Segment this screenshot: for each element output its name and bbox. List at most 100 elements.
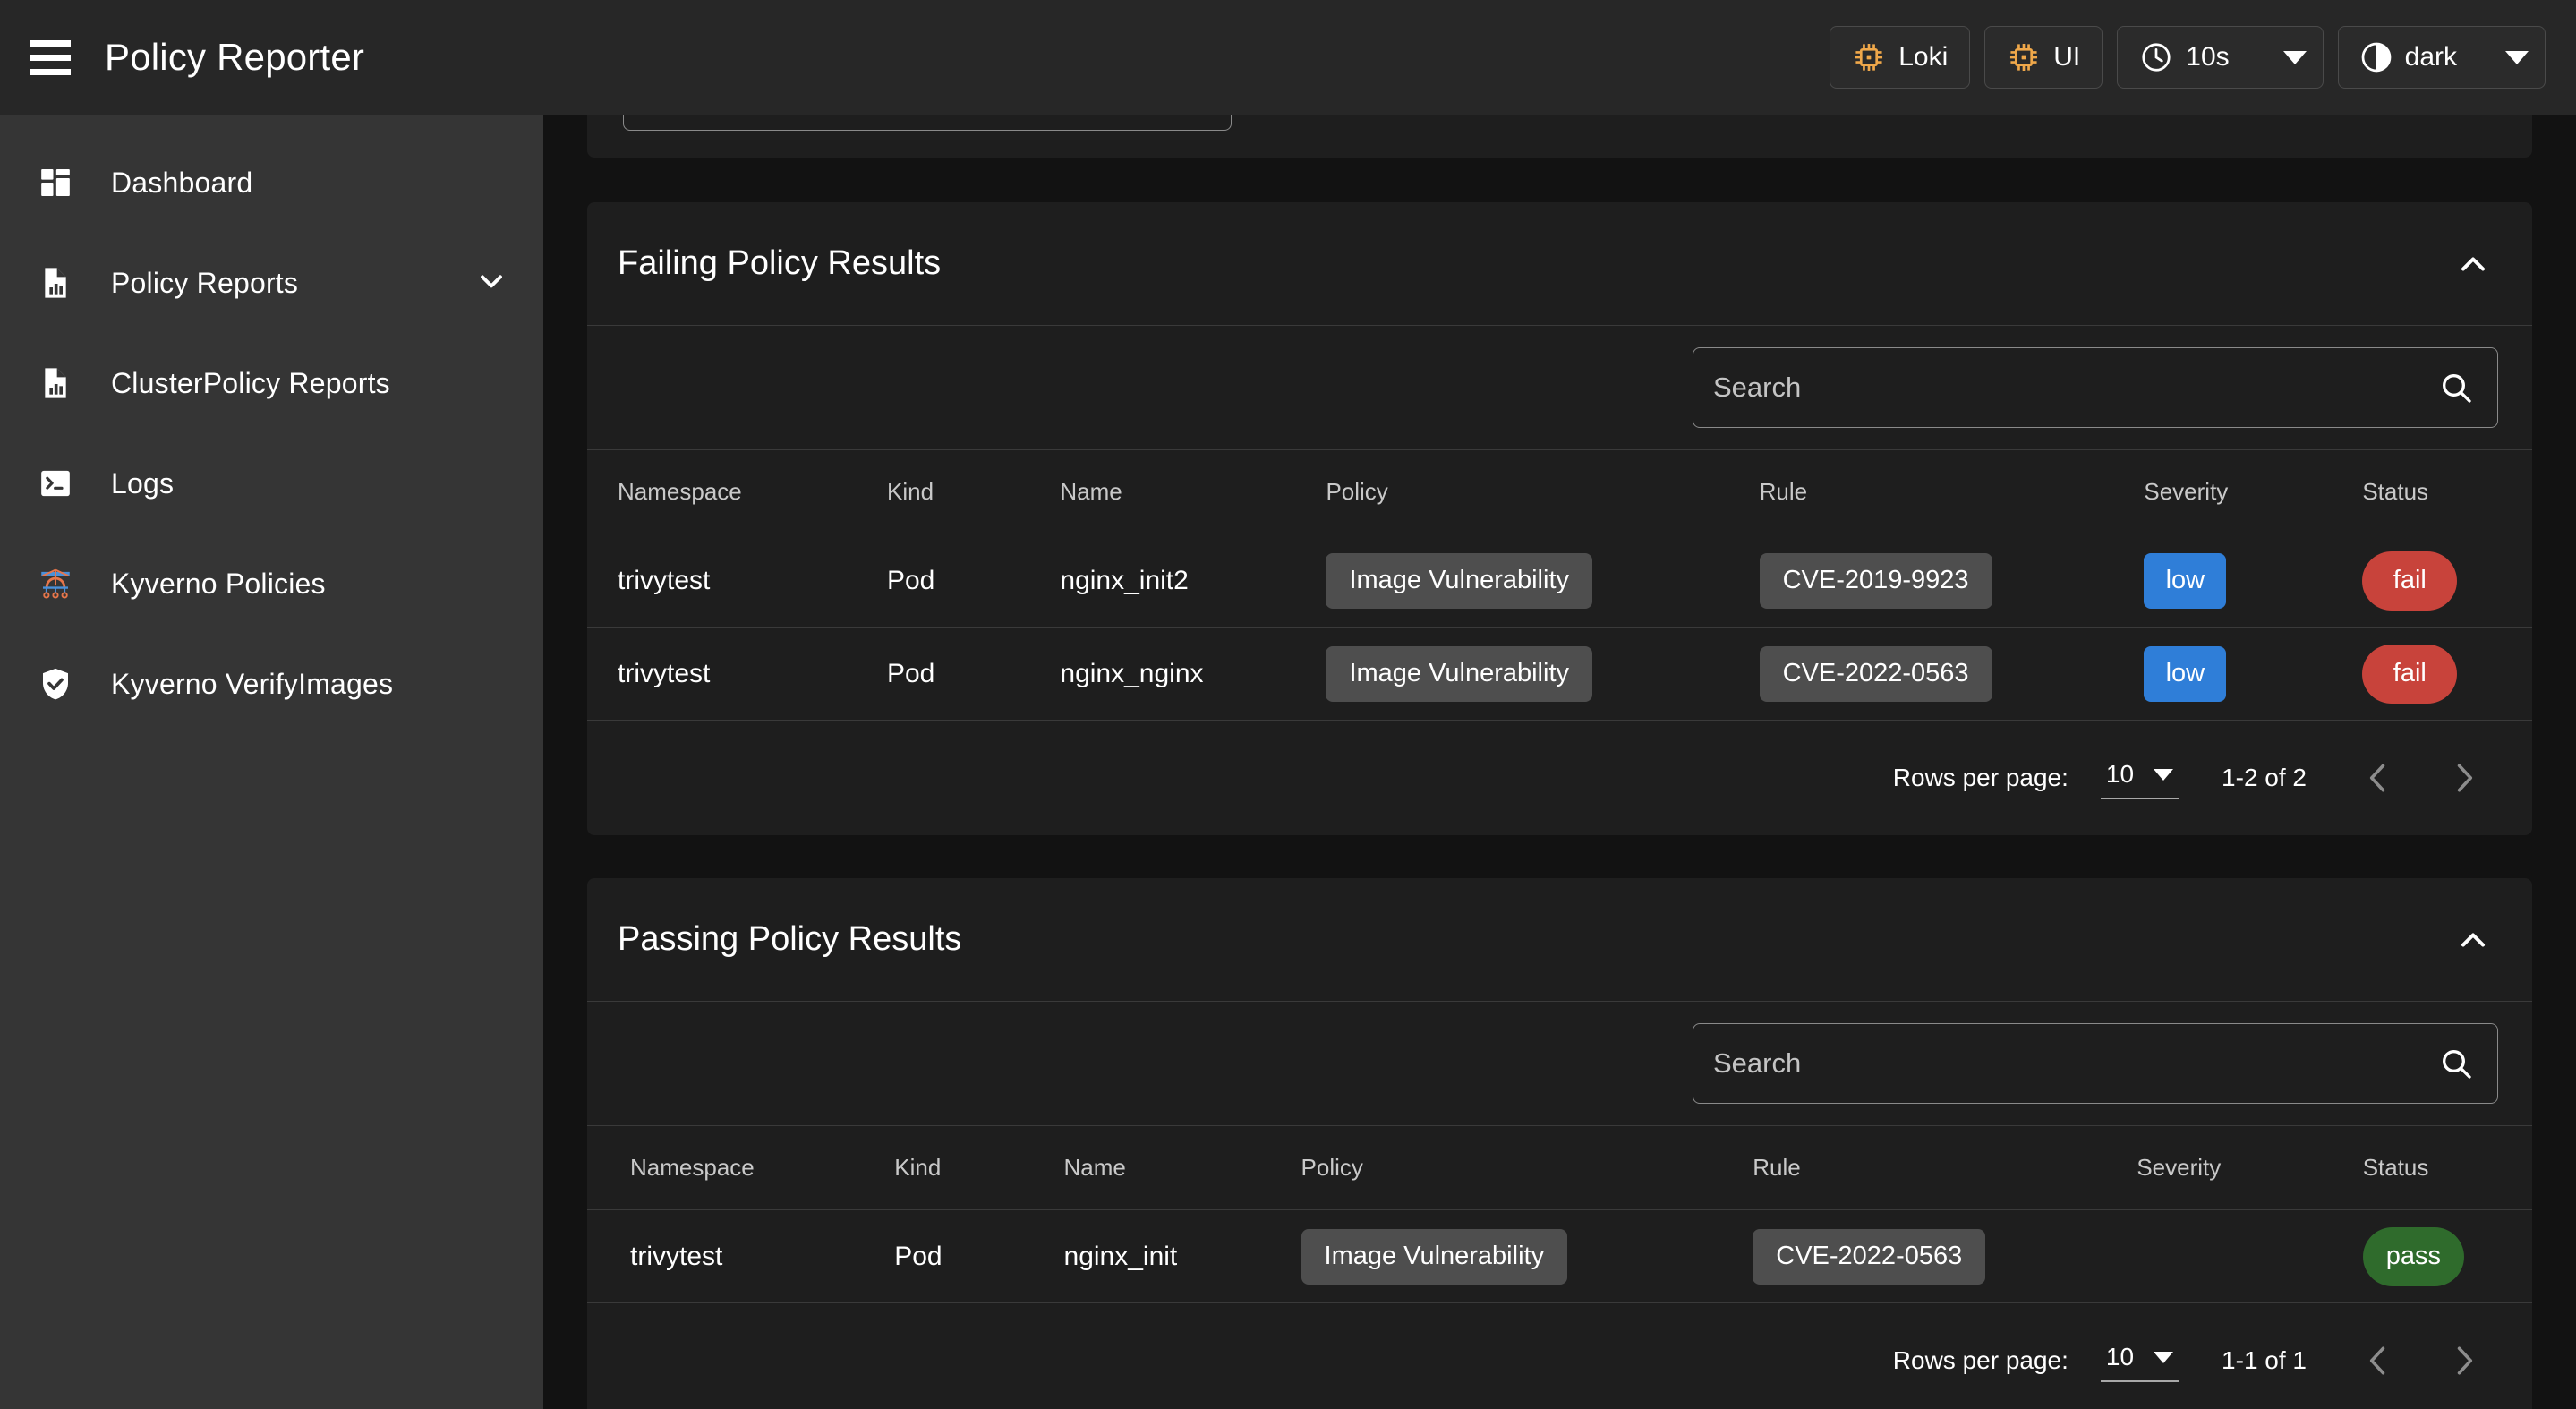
filter-input[interactable]	[623, 115, 1232, 131]
collapse-toggle-passing[interactable]	[2448, 915, 2498, 965]
column-header-kind[interactable]: Kind	[894, 1125, 1064, 1210]
cell-kind: Pod	[886, 534, 1061, 628]
column-header-status[interactable]: Status	[2362, 1125, 2532, 1210]
policy-chip: Image Vulnerability	[1326, 552, 1593, 609]
loki-button[interactable]: Loki	[1830, 26, 1971, 89]
chevron-down-icon[interactable]	[2282, 50, 2307, 64]
theme-value: dark	[2404, 42, 2457, 72]
table-body: trivytest Pod nginx_init Image Vulnerabi…	[587, 1209, 2532, 1303]
severity-badge: low	[2144, 645, 2227, 702]
cell-policy: Image Vulnerability	[1326, 534, 1760, 628]
failing-pagination: Rows per page: 10 1-2 of 2	[587, 721, 2532, 835]
hamburger-bar	[30, 39, 71, 47]
column-header-severity[interactable]: Severity	[2144, 449, 2363, 534]
passing-search-box[interactable]	[1693, 1023, 2498, 1104]
rows-per-page-select[interactable]: 10	[2100, 1339, 2179, 1382]
cell-policy: Image Vulnerability	[1326, 627, 1760, 721]
chevron-down-icon	[2154, 768, 2174, 781]
cell-status: pass	[2362, 1209, 2532, 1303]
loki-button-label: Loki	[1898, 42, 1949, 72]
severity-badge: low	[2144, 552, 2227, 609]
table-row[interactable]: trivytest Pod nginx_nginx Image Vulnerab…	[587, 627, 2532, 721]
sidebar-item-label: Dashboard	[111, 166, 253, 199]
top-app-bar: Policy Reporter Loki UI 10s dark	[0, 0, 2576, 115]
cell-name: nginx_init	[1063, 1209, 1301, 1303]
column-header-kind[interactable]: Kind	[886, 449, 1061, 534]
sidebar-item-kyverno-policies[interactable]: Kyverno Policies	[0, 534, 543, 634]
shield-check-icon	[27, 665, 84, 703]
next-page-button[interactable]	[2439, 753, 2489, 803]
column-header-policy[interactable]: Policy	[1326, 449, 1760, 534]
chevron-down-icon[interactable]	[2505, 50, 2529, 64]
search-icon[interactable]	[2438, 1046, 2474, 1081]
search-input[interactable]	[1713, 1047, 2429, 1080]
column-header-rule[interactable]: Rule	[1759, 449, 2145, 534]
rows-per-page-value: 10	[2105, 760, 2135, 788]
chevron-down-icon[interactable]	[473, 263, 509, 303]
hamburger-menu-icon[interactable]	[24, 37, 78, 78]
sidebar-item-clusterpolicy-reports[interactable]: ClusterPolicy Reports	[0, 333, 543, 433]
failing-search-row	[587, 326, 2532, 449]
sidebar-item-logs[interactable]: Logs	[0, 433, 543, 534]
policy-chip: Image Vulnerability	[1301, 1228, 1568, 1285]
status-badge: pass	[2362, 1226, 2464, 1286]
search-input[interactable]	[1713, 371, 2429, 404]
app-title: Policy Reporter	[105, 36, 365, 78]
column-header-severity[interactable]: Severity	[2137, 1125, 2363, 1210]
cell-name: nginx_nginx	[1060, 627, 1326, 721]
sidebar-item-kyverno-verifyimages[interactable]: Kyverno VerifyImages	[0, 634, 543, 734]
column-header-namespace[interactable]: Namespace	[587, 449, 887, 534]
cell-status: fail	[2362, 534, 2532, 628]
cell-severity: low	[2144, 627, 2363, 721]
policy-chip: Image Vulnerability	[1326, 645, 1593, 702]
theme-select[interactable]: dark	[2337, 26, 2546, 89]
report-chart-icon	[27, 265, 84, 301]
chip-icon	[2007, 40, 2041, 74]
sidebar-item-label: Kyverno Policies	[111, 567, 326, 600]
cell-namespace: trivytest	[587, 627, 887, 721]
sidebar-item-policy-reports[interactable]: Policy Reports	[0, 233, 543, 333]
app-root: Policy Reporter Loki UI 10s dark Dashboa…	[0, 0, 2576, 1409]
page-range-label: 1-1 of 1	[2222, 1346, 2307, 1374]
cell-kind: Pod	[886, 627, 1061, 721]
cell-severity: low	[2144, 534, 2363, 628]
main-content: Failing Policy Results Search Namespace …	[543, 115, 2576, 1409]
contrast-icon	[2360, 41, 2393, 73]
column-header-name[interactable]: Name	[1060, 449, 1326, 534]
passing-policy-results-title: Passing Policy Results	[618, 920, 962, 958]
clock-icon	[2139, 40, 2173, 74]
cell-policy: Image Vulnerability	[1301, 1209, 1753, 1303]
passing-search-row	[587, 1002, 2532, 1125]
page-range-label: 1-2 of 2	[2222, 764, 2307, 791]
column-header-name[interactable]: Name	[1063, 1125, 1301, 1210]
previous-page-button[interactable]	[2353, 753, 2403, 803]
chip-icon	[1852, 40, 1886, 74]
table-row[interactable]: trivytest Pod nginx_init2 Image Vulnerab…	[587, 534, 2532, 628]
sidebar-item-dashboard[interactable]: Dashboard	[0, 132, 543, 233]
previous-page-button[interactable]	[2353, 1336, 2403, 1386]
status-badge: fail	[2362, 644, 2458, 704]
column-header-policy[interactable]: Policy	[1301, 1125, 1753, 1210]
sidebar: Dashboard Policy Reports ClusterPolicy R…	[0, 115, 543, 1409]
failing-search-box[interactable]	[1693, 347, 2498, 428]
chevron-down-icon	[2154, 1351, 2174, 1363]
table-body: trivytest Pod nginx_init2 Image Vulnerab…	[587, 534, 2532, 721]
table-row[interactable]: trivytest Pod nginx_init Image Vulnerabi…	[587, 1209, 2532, 1303]
failing-policy-results-title: Failing Policy Results	[618, 244, 942, 282]
rows-per-page-value: 10	[2105, 1343, 2135, 1371]
table-header-row: Namespace Kind Name Policy Rule Severity…	[587, 449, 2532, 534]
collapse-toggle-failing[interactable]	[2448, 239, 2498, 289]
rule-chip: CVE-2022-0563	[1759, 645, 1992, 702]
next-page-button[interactable]	[2439, 1336, 2489, 1386]
refresh-interval-select[interactable]: 10s	[2117, 26, 2324, 89]
ui-button[interactable]: UI	[1984, 26, 2103, 89]
rows-per-page-select[interactable]: 10	[2100, 756, 2179, 799]
search-icon[interactable]	[2438, 370, 2474, 406]
rows-per-page-label: Rows per page:	[1892, 1346, 2068, 1374]
column-header-namespace[interactable]: Namespace	[587, 1125, 895, 1210]
refresh-interval-value: 10s	[2186, 42, 2230, 72]
column-header-rule[interactable]: Rule	[1753, 1125, 2137, 1210]
passing-pagination: Rows per page: 10 1-1 of 1	[587, 1303, 2532, 1409]
column-header-status[interactable]: Status	[2362, 449, 2532, 534]
filter-card-body	[587, 115, 2532, 158]
